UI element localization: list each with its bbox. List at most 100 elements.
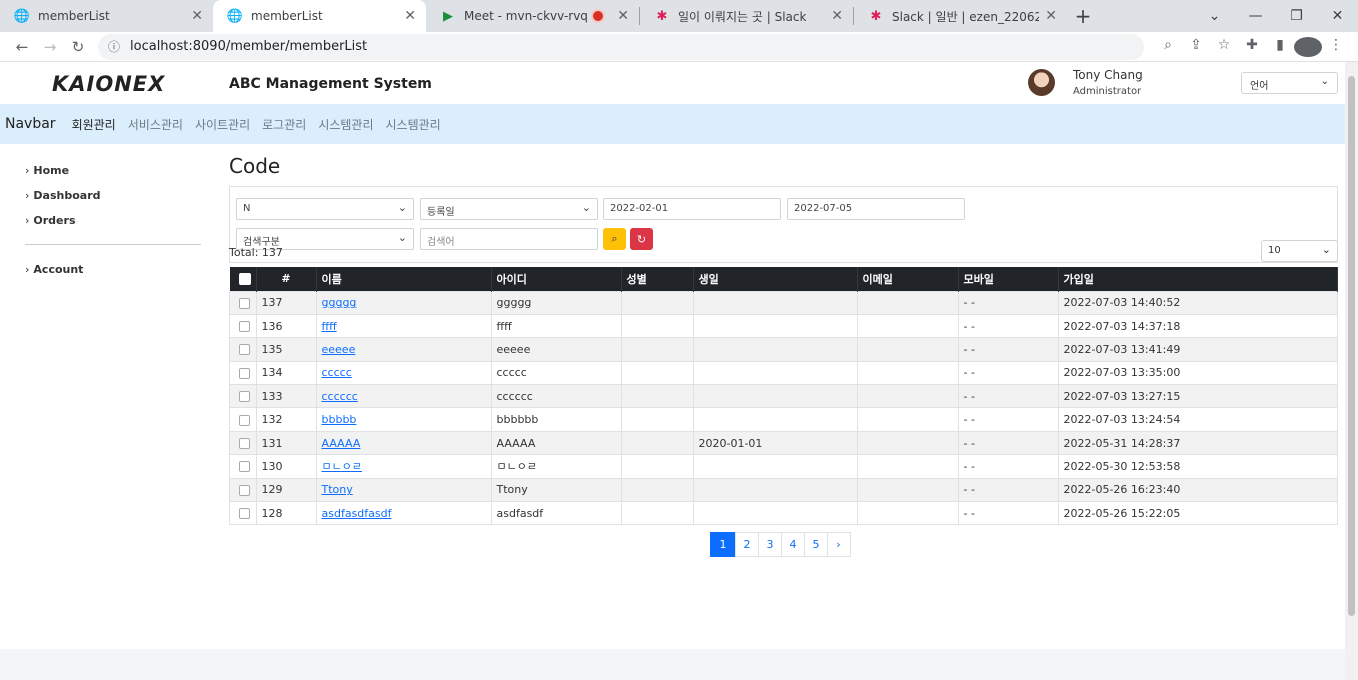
col-header-mobile[interactable]: 모바일	[958, 267, 1059, 291]
sidebar-item-home[interactable]: › Home	[25, 158, 201, 183]
row-checkbox[interactable]	[239, 484, 250, 496]
page-link-1[interactable]: 1	[710, 532, 736, 557]
browser-tab[interactable]: ✱ 일이 이뤄지는 곳 | Slack ✕	[640, 0, 853, 32]
member-name-link[interactable]: ggggg	[322, 296, 357, 309]
row-checkbox[interactable]	[239, 461, 250, 473]
extensions-icon[interactable]: ✚	[1238, 37, 1266, 57]
cell-mobile: - -	[957, 430, 1059, 456]
page-scrollbar[interactable]	[1345, 62, 1358, 680]
search-input[interactable]: 검색어	[420, 228, 598, 250]
share-icon[interactable]: ⇪	[1182, 37, 1210, 57]
col-header-gender[interactable]: 성별	[621, 267, 694, 291]
table-row[interactable]: 130 ㅁㄴㅇㄹ ㅁㄴㅇㄹ - -2022-05-30 12:53:58	[229, 454, 1338, 479]
avatar[interactable]	[1028, 69, 1055, 96]
search-button[interactable]: ⌕	[603, 228, 626, 250]
reset-button[interactable]: ↻	[630, 228, 653, 250]
bookmark-star-icon[interactable]: ☆	[1210, 37, 1238, 57]
member-name-link[interactable]: ffff	[322, 320, 337, 333]
nav-item-member[interactable]: 회원관리	[72, 116, 116, 133]
page-size-select[interactable]: 10 ⌄	[1261, 240, 1338, 262]
status-select[interactable]: N ⌄	[236, 198, 414, 220]
close-window-icon[interactable]: ✕	[1317, 8, 1358, 24]
member-name-link[interactable]: cccccc	[322, 390, 358, 403]
back-icon[interactable]: ←	[8, 38, 36, 56]
nav-item-system-2[interactable]: 시스템관리	[386, 116, 441, 133]
member-name-link[interactable]: asdfasdfasdf	[322, 507, 392, 520]
col-header-name[interactable]: 이름	[316, 267, 492, 291]
row-checkbox[interactable]	[239, 391, 250, 403]
nav-item-site[interactable]: 사이트관리	[195, 116, 250, 133]
close-icon[interactable]: ✕	[191, 8, 203, 24]
table-row[interactable]: 131 AAAAA AAAAA 2020-01-01 - -2022-05-31 14:…	[229, 430, 1338, 456]
member-name-link[interactable]: eeeee	[322, 343, 356, 356]
member-name-link[interactable]: bbbbb	[322, 413, 357, 426]
sidebar-item-dashboard[interactable]: › Dashboard	[25, 183, 201, 208]
navbar-brand[interactable]: Navbar	[5, 116, 56, 132]
member-name-link[interactable]: ccccc	[322, 366, 352, 379]
row-checkbox[interactable]	[239, 367, 250, 379]
row-checkbox[interactable]	[239, 508, 250, 520]
table-row[interactable]: 134 ccccc ccccc - -2022-07-03 13:35:00	[229, 360, 1338, 386]
close-icon[interactable]: ✕	[617, 8, 629, 24]
menu-icon[interactable]: ⋮	[1322, 37, 1350, 57]
browser-tab[interactable]: 🌐 memberList ✕	[0, 0, 213, 32]
row-checkbox[interactable]	[239, 321, 250, 333]
table-row[interactable]: 137 ggggg ggggg - -2022-07-03 14:40:52	[229, 290, 1338, 315]
table-row[interactable]: 128 asdfasdfasdf asdfasdf - -2022-05-26 15:…	[229, 501, 1338, 526]
date-type-select[interactable]: 등록일 ⌄	[420, 198, 598, 220]
row-checkbox[interactable]	[239, 414, 250, 426]
nav-item-system[interactable]: 시스템관리	[318, 116, 373, 133]
table-row[interactable]: 136 ffff ffff - -2022-07-03 14:37:18	[229, 313, 1338, 339]
col-header-id[interactable]: 아이디	[491, 267, 622, 291]
reload-icon[interactable]: ↻	[64, 38, 92, 56]
cell-joined: 2022-05-26 16:23:40	[1057, 477, 1338, 503]
member-name-link[interactable]: ㅁㄴㅇㄹ	[322, 460, 362, 473]
sidebar-item-account[interactable]: › Account	[25, 257, 201, 282]
page-link-3[interactable]: 3	[758, 532, 782, 557]
row-checkbox[interactable]	[239, 297, 250, 309]
nav-item-service[interactable]: 서비스관리	[128, 116, 183, 133]
restore-icon[interactable]: ❐	[1276, 8, 1317, 24]
col-header-no[interactable]: #	[256, 267, 317, 291]
page-link-2[interactable]: 2	[735, 532, 759, 557]
nav-item-log[interactable]: 로그관리	[262, 116, 306, 133]
member-name-link[interactable]: Ttony	[322, 483, 353, 496]
select-all-checkbox[interactable]	[238, 273, 251, 286]
tab-search-icon[interactable]: ⌄	[1194, 8, 1235, 24]
member-name-link[interactable]: AAAAA	[322, 437, 361, 450]
close-icon[interactable]: ✕	[1045, 8, 1057, 24]
profile-avatar[interactable]: T	[1294, 36, 1322, 57]
page-link-4[interactable]: 4	[781, 532, 805, 557]
browser-tab-active[interactable]: 🌐 memberList ✕	[213, 0, 426, 32]
side-panel-icon[interactable]: ▮	[1266, 37, 1294, 57]
col-header-joined[interactable]: 가입일	[1058, 267, 1338, 291]
browser-tab[interactable]: ✱ Slack | 일반 | ezen_220623 ✕	[854, 0, 1067, 32]
new-tab-button[interactable]: +	[1067, 0, 1099, 32]
forward-icon[interactable]: →	[36, 38, 64, 56]
sidebar-item-orders[interactable]: › Orders	[25, 208, 201, 233]
table-row[interactable]: 135 eeeee eeeee - -2022-07-03 13:41:49	[229, 337, 1338, 362]
table-row[interactable]: 129 Ttony Ttony - -2022-05-26 16:23:40	[229, 477, 1338, 503]
user-info[interactable]: Tony Chang Administrator	[1028, 68, 1143, 97]
zoom-icon[interactable]: ⌕	[1154, 37, 1182, 57]
col-header-birth[interactable]: 생일	[693, 267, 858, 291]
cell-name: AAAAA	[315, 430, 492, 456]
url-field[interactable]: ⓘ localhost:8090/member/memberList	[98, 33, 1144, 60]
row-checkbox[interactable]	[239, 344, 250, 356]
col-header-email[interactable]: 이메일	[857, 267, 959, 291]
next-page-button[interactable]: ›	[827, 532, 851, 557]
scrollbar-thumb[interactable]	[1348, 76, 1355, 616]
row-checkbox[interactable]	[239, 438, 250, 450]
page-link-5[interactable]: 5	[804, 532, 828, 557]
date-to-input[interactable]: 2022-07-05	[787, 198, 965, 220]
browser-tab[interactable]: ▶ Meet - mvn-ckvv-rvq ✕	[426, 0, 639, 32]
close-icon[interactable]: ✕	[404, 8, 416, 24]
logo[interactable]: KAIONEX	[52, 72, 165, 96]
date-from-input[interactable]: 2022-02-01	[603, 198, 781, 220]
minimize-icon[interactable]: —	[1235, 8, 1276, 24]
close-icon[interactable]: ✕	[831, 8, 843, 24]
table-row[interactable]: 132 bbbbb bbbbbb - -2022-07-03 13:24:54	[229, 407, 1338, 432]
site-info-icon[interactable]: ⓘ	[108, 38, 120, 55]
table-row[interactable]: 133 cccccc cccccc - -2022-07-03 13:27:15	[229, 384, 1338, 409]
language-select[interactable]: 언어 ⌄	[1241, 72, 1338, 94]
